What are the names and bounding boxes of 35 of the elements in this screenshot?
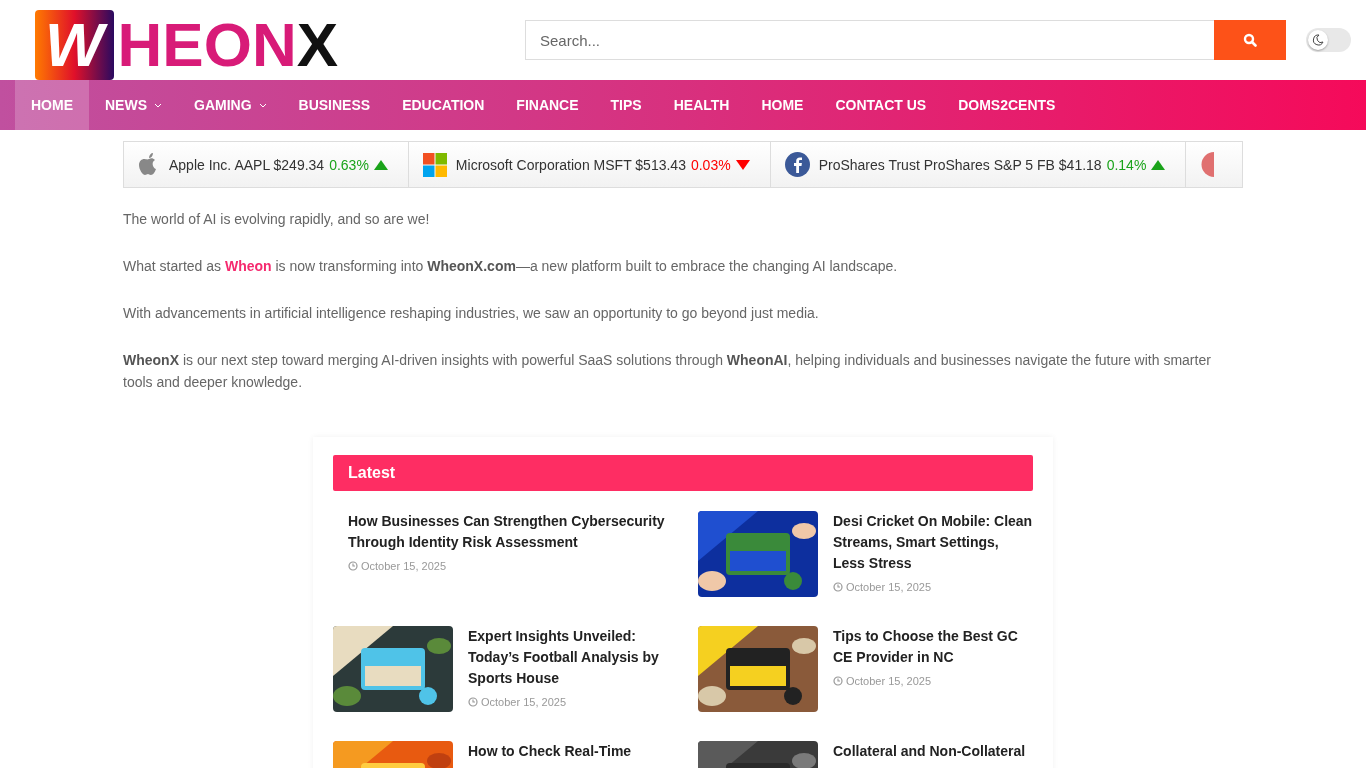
article-title[interactable]: Collateral and Non-Collateral <box>833 741 1026 762</box>
stock-name: Apple Inc. AAPL $249.34 <box>169 156 325 173</box>
site-logo[interactable]: W HEONX <box>35 10 490 80</box>
paragraph: What started as Wheon is now transforming into WheonX.com—a new platform built to embrace the changing AI landscape. <box>123 257 899 276</box>
article-title[interactable]: Tips to Choose the Best GC CE Provider in NC <box>833 626 1033 668</box>
nav-link[interactable]: HEALTH <box>657 80 746 130</box>
article-date: October 15, 2025 <box>846 675 931 687</box>
nav-link[interactable]: GAMING <box>178 80 283 130</box>
article-date: October 15, 2025 <box>846 581 931 593</box>
stock-name: ProShares Trust ProShares S&P 5 FB $41.18 <box>818 156 1102 173</box>
stock-change: 0.63% <box>329 156 369 173</box>
article-title[interactable]: Expert Insights Unveiled: Today’s Football Analysis by Sports House <box>468 626 668 689</box>
section-header: Latest <box>333 455 1033 491</box>
nav-link[interactable]: EDUCATION <box>386 80 501 130</box>
stock-change: 0.14% <box>1106 156 1147 173</box>
nav-link[interactable]: HOME <box>745 80 820 130</box>
paragraph: With advancements in artificial intelligence reshaping industries, we saw an opportunity to go beyond just media. <box>123 304 820 323</box>
article-date: October 15, 2025 <box>361 560 446 572</box>
article-title[interactable]: How to Check Real-Time <box>468 741 632 762</box>
nav-link[interactable]: FINANCE <box>500 80 595 130</box>
text-link[interactable]: Wheon <box>224 258 272 274</box>
stock-name: Microsoft Corporation MSFT $513.43 <box>455 156 686 173</box>
nav-link[interactable]: NEWS <box>89 80 178 130</box>
article-date: October 15, 2025 <box>481 696 566 708</box>
search-field[interactable]: Search... <box>525 20 1214 60</box>
article-title[interactable]: Desi Cricket On Mobile: Clean Streams, Smart Settings, Less Stress <box>833 511 1033 574</box>
nav-link[interactable]: HOME <box>15 80 89 130</box>
nav-link[interactable]: CONTACT US <box>819 80 943 130</box>
article-title[interactable]: How Businesses Can Strengthen Cybersecurity Through Identity Risk Assessment <box>348 511 668 553</box>
nav-link[interactable]: TIPS <box>594 80 658 130</box>
stock-change: 0.03% <box>690 156 731 173</box>
nav-link[interactable]: DOMS2CENTS <box>942 80 1072 130</box>
paragraph: The world of AI is evolving rapidly, and so are we! <box>123 210 431 229</box>
paragraph: WheonX is our next step toward merging AI-driven insights with powerful SaaS solutions through WheonAI, helping individuals and businesses navigate the future with smarter tools and deeper knowledge. <box>123 351 1212 392</box>
nav-link[interactable]: BUSINESS <box>282 80 387 130</box>
